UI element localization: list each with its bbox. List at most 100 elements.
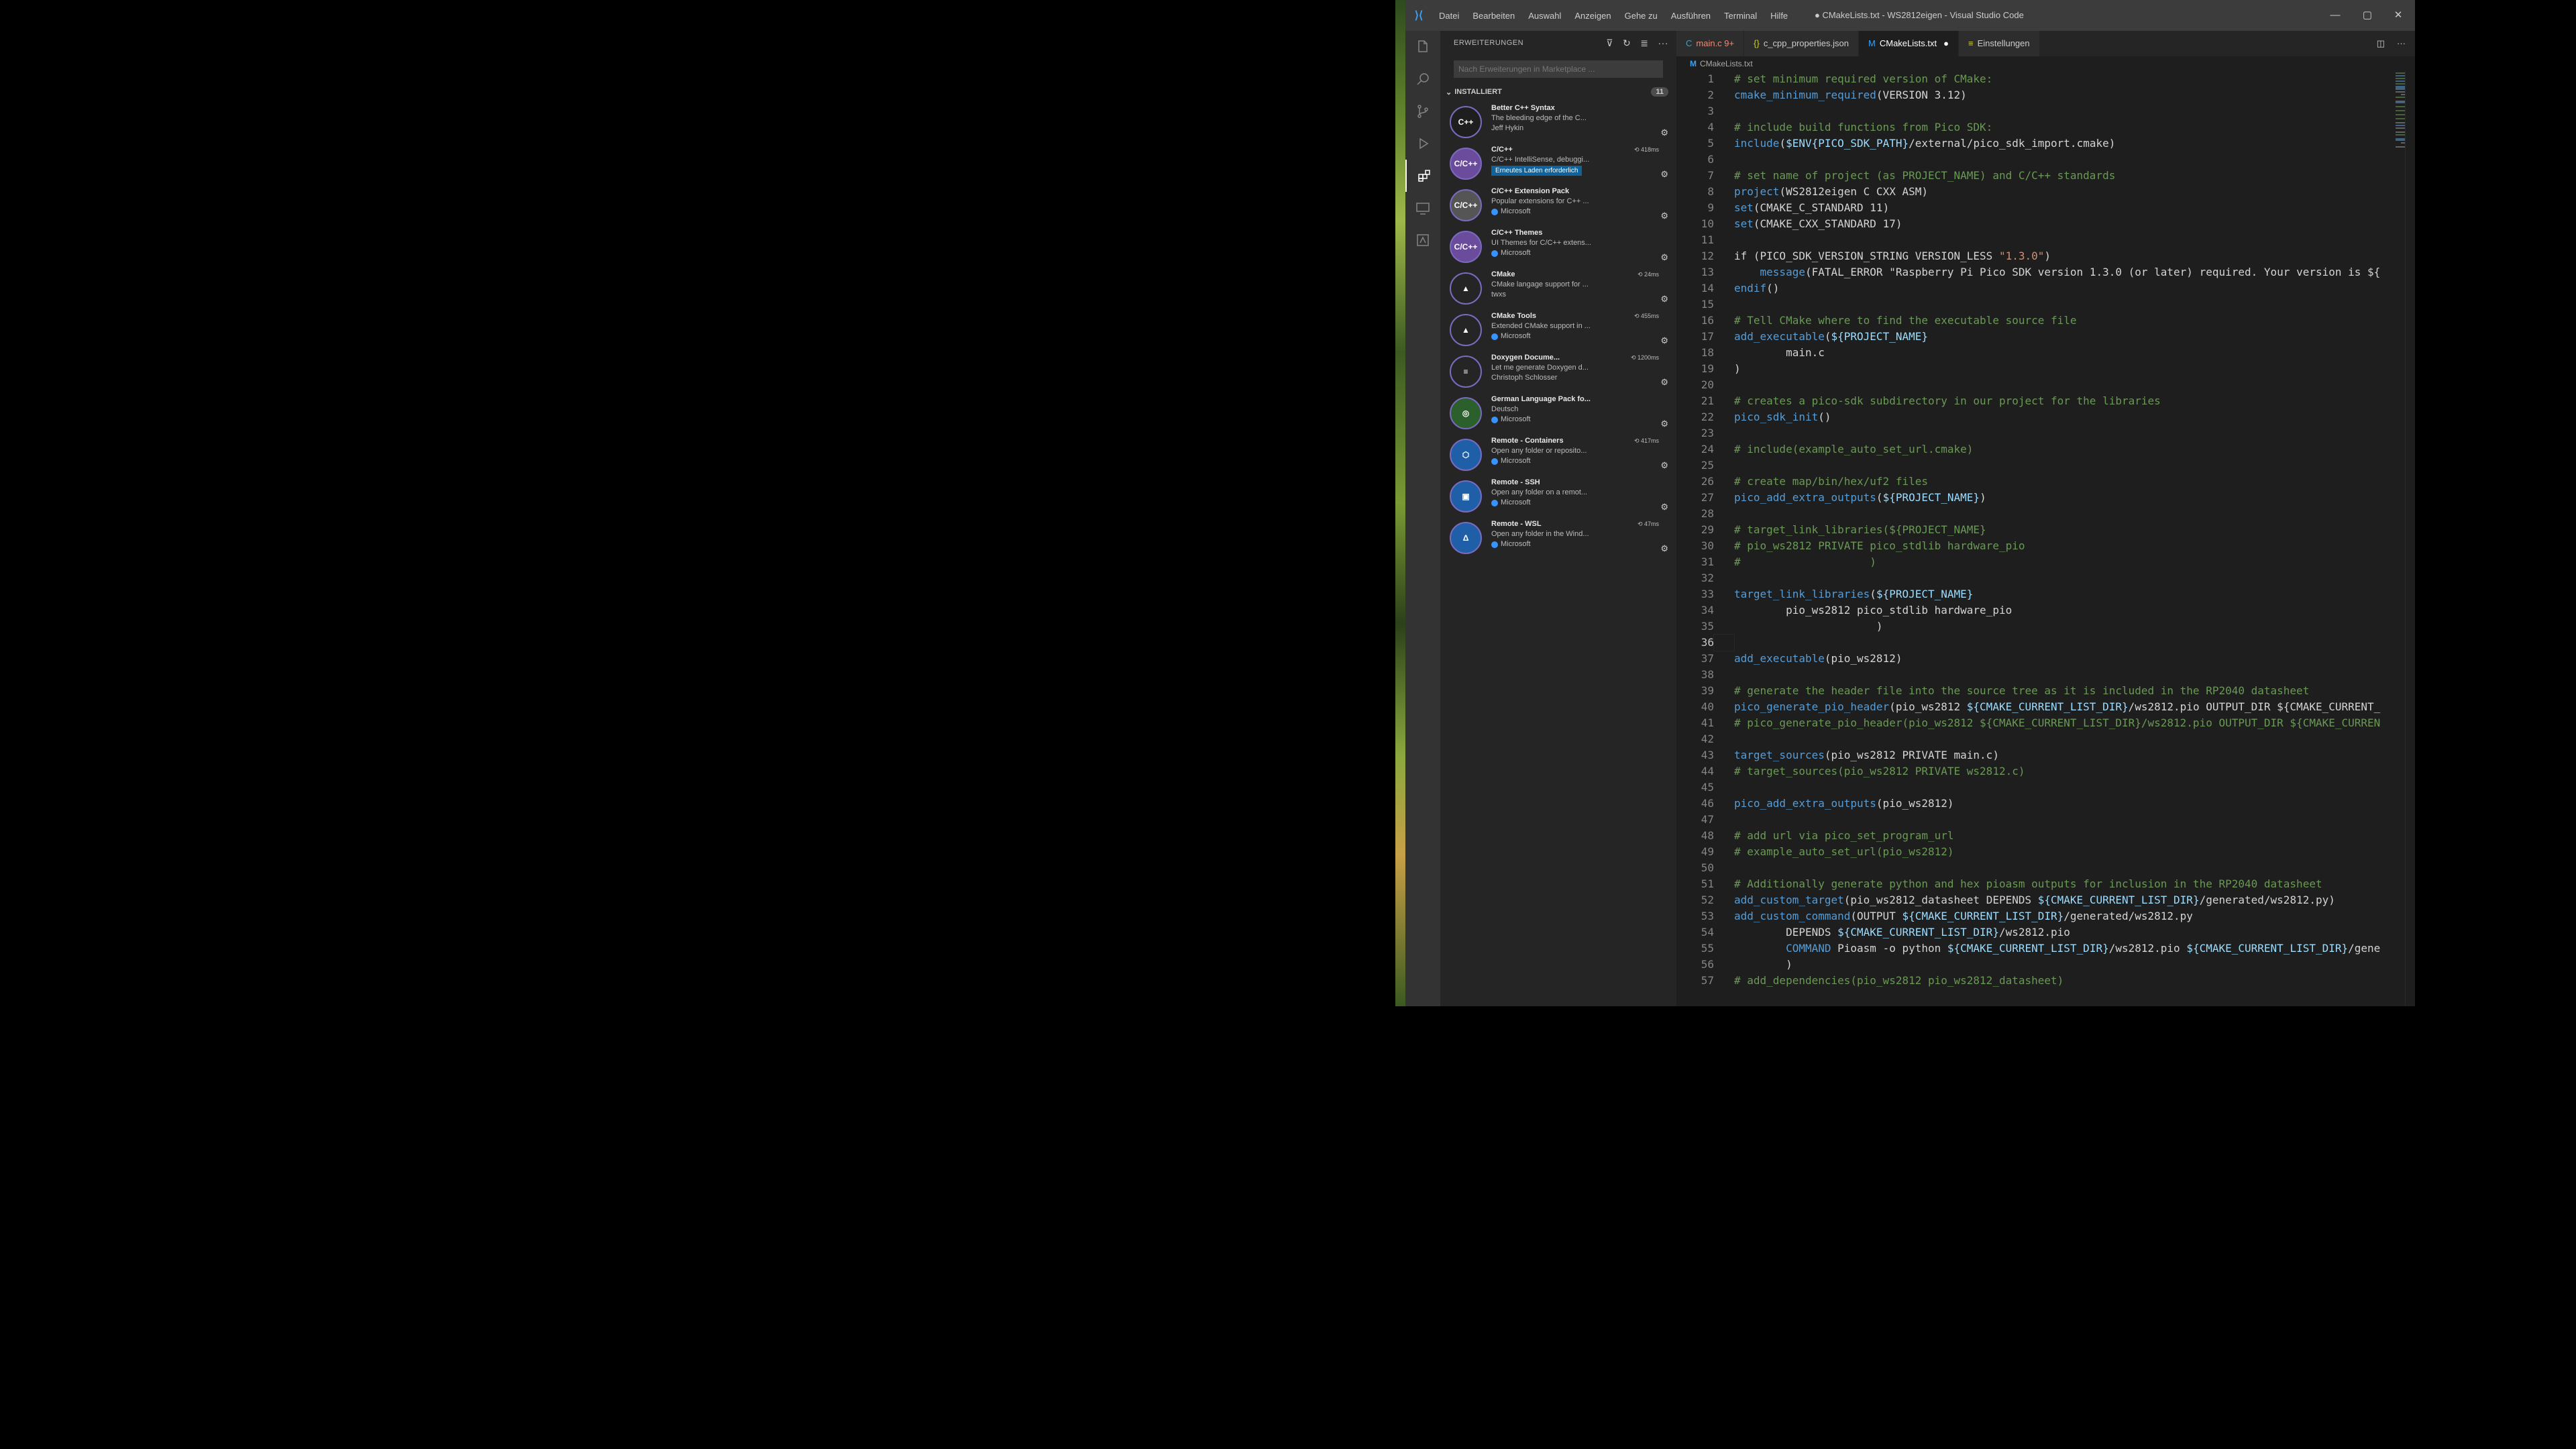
manage-gear-icon[interactable]: ⚙ xyxy=(1660,211,1668,221)
editor-tab[interactable]: ≡ Einstellungen xyxy=(1958,31,2040,56)
code-line[interactable]: 13 message(FATAL_ERROR "Raspberry Pi Pic… xyxy=(1676,264,2394,280)
code-line[interactable]: 15 xyxy=(1676,297,2394,313)
installed-section-header[interactable]: ⌄ INSTALLIERT 11 xyxy=(1440,83,1676,101)
maximize-icon[interactable]: ▢ xyxy=(2351,0,2383,31)
manage-gear-icon[interactable]: ⚙ xyxy=(1660,294,1668,305)
code-line[interactable]: 5 include($ENV{PICO_SDK_PATH}/external/pi… xyxy=(1676,136,2394,152)
code-line[interactable]: 47 xyxy=(1676,812,2394,828)
code-line[interactable]: 43 target_sources(pio_ws2812 PRIVATE main… xyxy=(1676,747,2394,763)
code-line[interactable]: 24 # include(example_auto_set_url.cmake) xyxy=(1676,441,2394,458)
code-line[interactable]: 33 target_link_libraries(${PROJECT_NAME} xyxy=(1676,586,2394,602)
code-line[interactable]: 55 COMMAND Pioasm -o python ${CMAKE_CURR… xyxy=(1676,941,2394,957)
clear-icon[interactable]: ≣ xyxy=(1640,38,1648,49)
unsaved-dot-icon[interactable]: ● xyxy=(1943,38,1949,48)
code-line[interactable]: 39 # generate the header file into the so… xyxy=(1676,683,2394,699)
extension-item[interactable]: ≡ Doxygen Docume... ⟲ 1200ms Let me generat… xyxy=(1440,350,1676,392)
code-line[interactable]: 37 add_executable(pio_ws2812) xyxy=(1676,651,2394,667)
code-line[interactable]: 57 # add_dependencies(pio_ws2812 pio_ws28… xyxy=(1676,973,2394,989)
code-line[interactable]: 41 # pico_generate_pio_header(pio_ws2812 … xyxy=(1676,715,2394,731)
code-line[interactable]: 42 xyxy=(1676,731,2394,747)
code-line[interactable]: 9 set(CMAKE_C_STANDARD 11) xyxy=(1676,200,2394,216)
manage-gear-icon[interactable]: ⚙ xyxy=(1660,460,1668,471)
code-line[interactable]: 28 xyxy=(1676,506,2394,522)
extension-item[interactable]: ◎ German Language Pack fo... Deutsch Micros… xyxy=(1440,392,1676,433)
code-line[interactable]: 6 xyxy=(1676,152,2394,168)
code-line[interactable]: 17 add_executable(${PROJECT_NAME} xyxy=(1676,329,2394,345)
extension-item[interactable]: ▲ CMake Tools ⟲ 455ms Extended CMake suppor… xyxy=(1440,309,1676,350)
code-line[interactable]: 45 xyxy=(1676,780,2394,796)
code-line[interactable]: 44 # target_sources(pio_ws2812 PRIVATE ws… xyxy=(1676,763,2394,780)
code-line[interactable]: 19) xyxy=(1676,361,2394,377)
extension-item[interactable]: ▲ CMake ⟲ 24ms CMake langage support for ..… xyxy=(1440,267,1676,309)
code-line[interactable]: 2 cmake_minimum_required(VERSION 3.12) xyxy=(1676,87,2394,103)
extension-item[interactable]: Δ Remote - WSL ⟲ 47ms Open any folder in th… xyxy=(1440,517,1676,558)
manage-gear-icon[interactable]: ⚙ xyxy=(1660,252,1668,263)
manage-gear-icon[interactable]: ⚙ xyxy=(1660,543,1668,554)
extensions-icon[interactable] xyxy=(1405,160,1442,192)
code-line[interactable]: 20 xyxy=(1676,377,2394,393)
extension-item[interactable]: C/C++ C/C++ ⟲ 418ms C/C++ IntelliSense, deb… xyxy=(1440,142,1676,184)
run-debug-icon[interactable] xyxy=(1405,127,1440,160)
editor-tab[interactable]: {} c_cpp_properties.json xyxy=(1744,31,1860,56)
code-line[interactable]: 1 # set minimum required version of CMake… xyxy=(1676,71,2394,87)
code-line[interactable]: 51 # Additionally generate python and hex… xyxy=(1676,876,2394,892)
code-line[interactable]: 48 # add url via pico_set_program_url xyxy=(1676,828,2394,844)
code-line[interactable]: 23 xyxy=(1676,425,2394,441)
extension-item[interactable]: ⬡ Remote - Containers ⟲ 417ms Open any fold… xyxy=(1440,433,1676,475)
code-line[interactable]: 26 # create map/bin/hex/uf2 files xyxy=(1676,474,2394,490)
code-line[interactable]: 14 endif() xyxy=(1676,280,2394,297)
reload-required-badge[interactable]: Erneutes Laden erforderlich xyxy=(1491,166,1582,176)
code-line[interactable]: 46 pico_add_extra_outputs(pio_ws2812) xyxy=(1676,796,2394,812)
menu-item[interactable]: Auswahl xyxy=(1521,11,1568,21)
manage-gear-icon[interactable]: ⚙ xyxy=(1660,127,1668,138)
code-line[interactable]: 11 xyxy=(1676,232,2394,248)
code-line[interactable]: 34 pio_ws2812 pico_stdlib hardware_pio xyxy=(1676,602,2394,619)
code-line[interactable]: 53 add_custom_command(OUTPUT ${CMAKE_CURR… xyxy=(1676,908,2394,924)
code-line[interactable]: 16 # Tell CMake where to find the executa… xyxy=(1676,313,2394,329)
menu-item[interactable]: Terminal xyxy=(1717,11,1764,21)
extension-item[interactable]: C/C++ C/C++ Extension Pack Popular extensi… xyxy=(1440,184,1676,225)
split-editor-icon[interactable]: ◫ xyxy=(2377,31,2385,56)
code-line[interactable]: 35 ) xyxy=(1676,619,2394,635)
code-line[interactable]: 29 # target_link_libraries(${PROJECT_NAME… xyxy=(1676,522,2394,538)
breadcrumb[interactable]: M CMakeLists.txt xyxy=(1676,56,2415,71)
code-line[interactable]: 32 xyxy=(1676,570,2394,586)
explorer-icon[interactable] xyxy=(1405,31,1440,63)
code-line[interactable]: 56 ) xyxy=(1676,957,2394,973)
close-icon[interactable]: ✕ xyxy=(2382,0,2414,31)
manage-gear-icon[interactable]: ⚙ xyxy=(1660,335,1668,346)
extension-item[interactable]: ▣ Remote - SSH Open any folder on a remot.… xyxy=(1440,475,1676,517)
code-line[interactable]: 21 # creates a pico-sdk subdirectory in o… xyxy=(1676,393,2394,409)
cmake-icon[interactable] xyxy=(1405,224,1440,256)
code-line[interactable]: 3 xyxy=(1676,103,2394,119)
menu-item[interactable]: Gehe zu xyxy=(1618,11,1664,21)
code-editor[interactable]: 1 # set minimum required version of CMake… xyxy=(1676,71,2394,1006)
more-actions-icon[interactable]: ··· xyxy=(1658,38,1669,49)
extension-item[interactable]: C/C++ C/C++ Themes UI Themes for C/C++ ext… xyxy=(1440,225,1676,267)
code-line[interactable]: 12 if (PICO_SDK_VERSION_STRING VERSION_LE… xyxy=(1676,248,2394,264)
vertical-scrollbar[interactable] xyxy=(2405,71,2415,1006)
refresh-icon[interactable]: ↻ xyxy=(1623,38,1631,49)
manage-gear-icon[interactable]: ⚙ xyxy=(1660,419,1668,429)
menu-item[interactable]: Ausführen xyxy=(1664,11,1717,21)
menu-item[interactable]: Hilfe xyxy=(1764,11,1794,21)
code-line[interactable]: 31 # ) xyxy=(1676,554,2394,570)
remote-explorer-icon[interactable] xyxy=(1405,192,1440,224)
extensions-search-input[interactable] xyxy=(1454,60,1663,78)
code-line[interactable]: 36 xyxy=(1676,634,2394,651)
menu-item[interactable]: Anzeigen xyxy=(1568,11,1617,21)
filter-icon[interactable]: ⊽ xyxy=(1606,38,1613,49)
code-line[interactable]: 52 add_custom_target(pio_ws2812_datasheet… xyxy=(1676,892,2394,908)
code-line[interactable]: 7 # set name of project (as PROJECT_NAME)… xyxy=(1676,168,2394,184)
minimize-icon[interactable]: — xyxy=(2319,0,2351,31)
code-line[interactable]: 30 # pio_ws2812 PRIVATE pico_stdlib hardw… xyxy=(1676,538,2394,554)
code-line[interactable]: 27 pico_add_extra_outputs(${PROJECT_NAME}… xyxy=(1676,490,2394,506)
code-line[interactable]: 40 pico_generate_pio_header(pio_ws2812 ${… xyxy=(1676,699,2394,715)
code-line[interactable]: 4 # include build functions from Pico SDK… xyxy=(1676,119,2394,136)
code-line[interactable]: 54 DEPENDS ${CMAKE_CURRENT_LIST_DIR}/ws2… xyxy=(1676,924,2394,941)
code-line[interactable]: 22 pico_sdk_init() xyxy=(1676,409,2394,425)
code-line[interactable]: 18 main.c xyxy=(1676,345,2394,361)
source-control-icon[interactable] xyxy=(1405,95,1440,127)
code-line[interactable]: 8 project(WS2812eigen C CXX ASM) xyxy=(1676,184,2394,200)
menu-item[interactable]: Bearbeiten xyxy=(1466,11,1521,21)
